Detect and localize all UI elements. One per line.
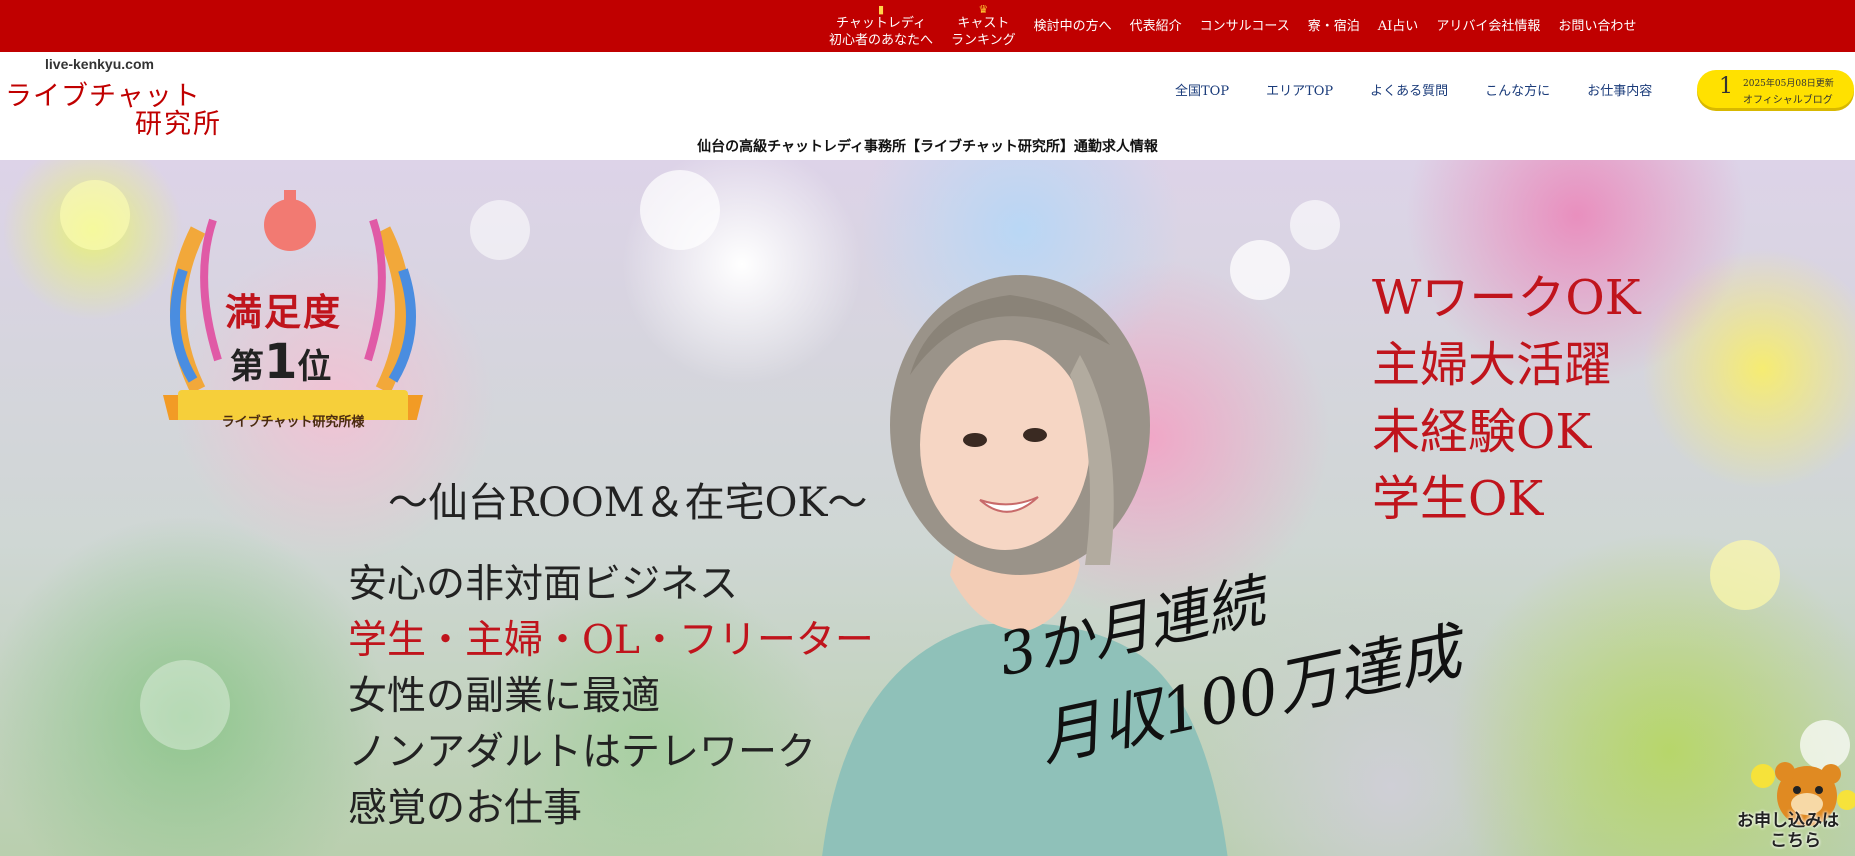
bokeh-light — [1710, 540, 1780, 610]
bokeh-light — [60, 180, 130, 250]
top-nav-ai-fortune[interactable]: AI占い — [1378, 18, 1419, 35]
top-nav-contact[interactable]: お問い合わせ — [1558, 18, 1636, 35]
top-nav-consulting[interactable]: コンサルコース — [1200, 18, 1290, 35]
blog-updated-date: 2025年05月08日更新 — [1743, 79, 1834, 89]
main-nav-for-whom[interactable]: こんな方に — [1485, 80, 1550, 99]
top-nav-dormitory[interactable]: 寮・宿泊 — [1308, 18, 1360, 35]
main-nav-faq[interactable]: よくある質問 — [1370, 80, 1448, 99]
award-line2-num: 1 — [264, 334, 298, 390]
bokeh-light — [470, 200, 530, 260]
blog-label: オフィシャルブログ — [1743, 95, 1833, 106]
crown-icon: ♛ — [978, 2, 989, 16]
top-nav-beginner-line1: チャットレディ — [836, 15, 926, 31]
top-nav-alibi[interactable]: アリバイ会社情報 — [1436, 18, 1540, 35]
hero-right-copy-4: 学生OK — [1372, 471, 1544, 527]
top-nav-representative[interactable]: 代表紹介 — [1130, 18, 1182, 35]
bokeh-light — [640, 170, 720, 250]
hero-copy-3: 女性の副業に最適 — [348, 674, 661, 719]
book-icon: ▮ — [877, 2, 885, 16]
top-bar: ▮ チャットレディ 初心者のあなたへ ♛ キャスト ランキング 検討中の方へ 代… — [0, 0, 1855, 52]
blog-number: 1 — [1719, 74, 1733, 99]
award-line1: 満足度 — [225, 290, 342, 334]
main-nav-national-top[interactable]: 全国TOP — [1175, 80, 1229, 99]
official-blog-button[interactable]: 1 2025年05月08日更新 オフィシャルブログ — [1697, 70, 1854, 108]
hero-copy-4: ノンアダルトはテレワーク — [348, 730, 817, 775]
award-line2-post: 位 — [297, 347, 332, 387]
hero-right-copy-3: 未経験OK — [1372, 404, 1592, 460]
bokeh-light — [1290, 200, 1340, 250]
bokeh-light — [140, 660, 230, 750]
top-nav-considering[interactable]: 検討中の方へ — [1034, 18, 1112, 35]
main-nav-job-content[interactable]: お仕事内容 — [1587, 80, 1652, 99]
hero-right-copy-1: WワークOK — [1372, 270, 1641, 326]
top-nav-ranking-line1: キャスト — [957, 15, 1010, 31]
award-ribbon-text: ライブチャット研究所様 — [221, 415, 365, 430]
award-line2: 第1位 — [230, 334, 331, 390]
top-nav: ▮ チャットレディ 初心者のあなたへ ♛ キャスト ランキング 検討中の方へ 代… — [820, 0, 1645, 52]
hero-banner[interactable]: 満足度 第1位 ライブチャット研究所様 ～仙台ROOM＆在宅OK～ 安心の非対面… — [0, 160, 1855, 856]
logo-domain: live-kenkyu.com — [45, 56, 154, 72]
top-nav-beginner-line2: 初心者のあなたへ — [829, 32, 934, 48]
main-nav-area-top[interactable]: エリアTOP — [1266, 80, 1333, 99]
top-nav-ranking[interactable]: ♛ キャスト ランキング — [951, 4, 1016, 49]
main-nav: 全国TOP エリアTOP よくある質問 こんな方に お仕事内容 — [1175, 80, 1689, 99]
hero-right-copy-2: 主婦大活躍 — [1372, 337, 1613, 393]
model-photo — [822, 275, 1228, 856]
top-nav-ranking-line2: ランキング — [951, 32, 1016, 48]
hero-sendai-room: ～仙台ROOM＆在宅OK～ — [388, 480, 868, 526]
apply-text-line2: こちら — [1770, 831, 1821, 851]
page-subtitle: 仙台の高級チャットレディ事務所【ライブチャット研究所】通勤求人情報 — [697, 139, 1158, 155]
award-line2-pre: 第 — [230, 347, 264, 387]
hero-copy-2: 学生・主婦・OL・フリーター — [348, 618, 874, 663]
top-nav-beginner[interactable]: ▮ チャットレディ 初心者のあなたへ — [829, 4, 933, 49]
hero-copy-5: 感覚のお仕事 — [348, 786, 583, 831]
hero-copy-1: 安心の非対面ビジネス — [348, 562, 739, 607]
